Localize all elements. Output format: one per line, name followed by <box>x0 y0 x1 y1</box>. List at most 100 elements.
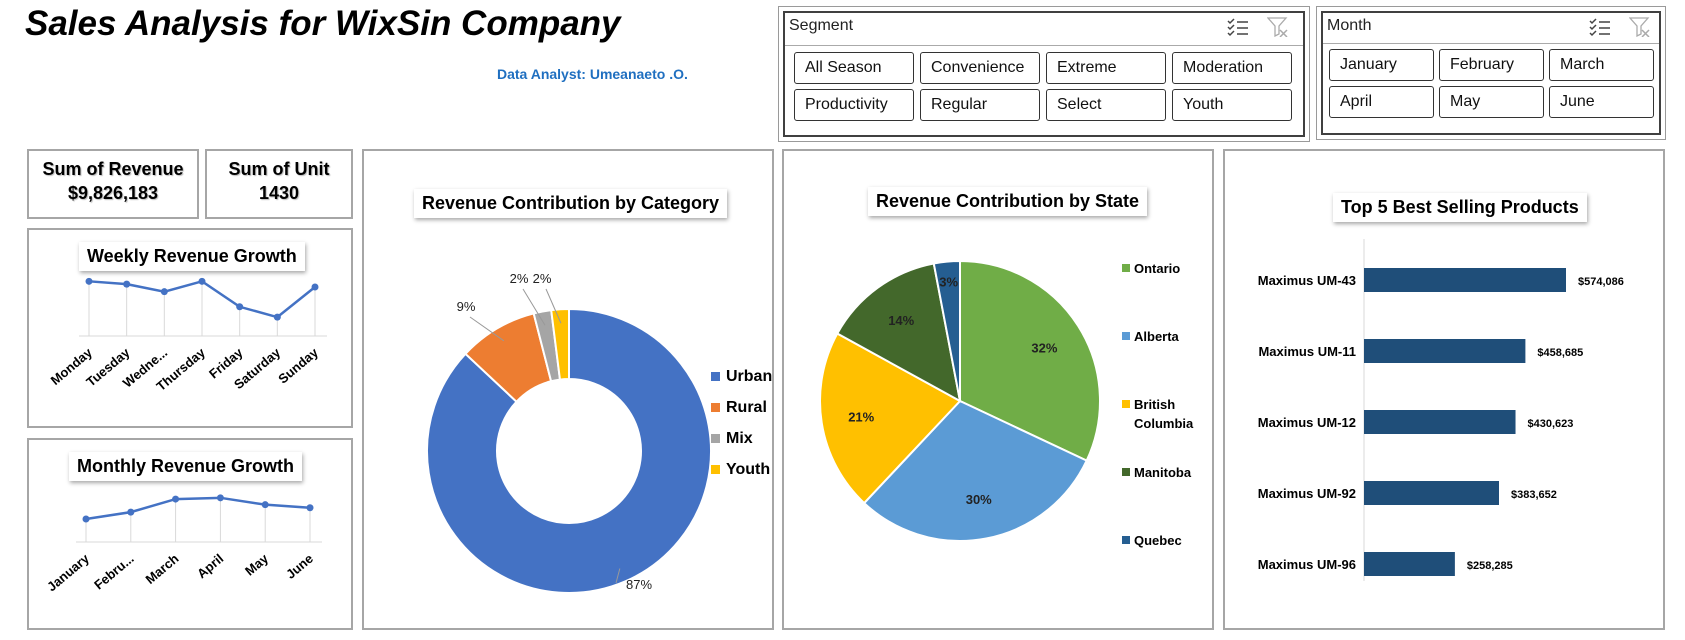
legend-label: Rural <box>726 399 767 416</box>
data-label: $458,685 <box>1537 347 1583 359</box>
data-point <box>273 313 281 321</box>
data-point <box>123 280 131 288</box>
month-slicer: Month January February March April May June <box>1316 6 1666 140</box>
data-label: $574,086 <box>1578 276 1624 288</box>
legend-label: Urban <box>726 368 772 385</box>
unit-kpi-label: Sum of Unit <box>228 159 330 179</box>
legend-label: Columbia <box>1134 416 1194 431</box>
legend-swatch <box>1122 468 1130 476</box>
data-point <box>127 508 135 516</box>
series-line <box>85 496 311 521</box>
legend-label: Ontario <box>1134 261 1180 276</box>
weekly-line-chart: MondayTuesdayWedne...ThursdayFridaySatur… <box>48 277 327 394</box>
bar <box>1364 481 1499 505</box>
segment-option-all-season[interactable]: All Season <box>794 52 914 84</box>
segment-option-extreme[interactable]: Extreme <box>1046 52 1166 84</box>
legend-swatch <box>711 465 720 474</box>
bar <box>1364 552 1455 576</box>
dashboard-title: Sales Analysis for WixSin Company <box>25 4 621 43</box>
analyst-credit: Data Analyst: Umeanaeto .O. <box>497 66 688 82</box>
segment-option-regular[interactable]: Regular <box>920 89 1040 121</box>
x-tick-label: April <box>194 551 226 582</box>
data-label: 3% <box>939 275 958 290</box>
legend-label: Quebec <box>1134 533 1182 548</box>
x-tick-label: June <box>283 551 316 582</box>
segment-slicer: Segment All Season Convenience Extreme Mode… <box>778 6 1310 142</box>
data-point <box>306 504 314 512</box>
legend-label: Manitoba <box>1134 465 1192 480</box>
data-point <box>172 495 180 503</box>
top-products-bar-chart: Maximus UM-43 $574,086 Maximus UM-11 $458,6… <box>1258 239 1624 581</box>
y-tick-label: Maximus UM-12 <box>1258 415 1356 430</box>
x-tick-label: May <box>242 550 272 578</box>
segment-slicer-header: Segment <box>789 17 854 34</box>
data-label: $383,652 <box>1511 489 1557 501</box>
data-point <box>82 515 90 523</box>
data-label: 21% <box>848 410 874 425</box>
legend-label: Alberta <box>1134 329 1180 344</box>
x-tick-label: March <box>143 551 182 587</box>
data-point <box>261 501 269 509</box>
clear-filter-icon[interactable] <box>1266 17 1289 42</box>
legend-label: Mix <box>726 430 753 447</box>
month-option-march[interactable]: March <box>1549 49 1654 81</box>
data-label: $258,285 <box>1467 560 1513 572</box>
legend-swatch <box>1122 332 1130 340</box>
state-pie-card: Revenue Contribution by State 32% 30% 21% 1… <box>782 149 1214 630</box>
y-tick-label: Maximus UM-96 <box>1258 557 1356 572</box>
y-tick-label: Maximus UM-92 <box>1258 486 1356 501</box>
data-label: $430,623 <box>1528 418 1574 430</box>
legend-swatch <box>711 434 720 443</box>
data-point <box>160 288 168 296</box>
unit-kpi-card: Sum of Unit 1430 <box>205 149 353 219</box>
monthly-revenue-card: Monthly Revenue Growth January Febru... Ma… <box>27 438 353 630</box>
data-point <box>311 283 319 291</box>
top-products-card: Top 5 Best Selling Products Maximus UM-4… <box>1223 149 1665 630</box>
data-point <box>198 277 206 285</box>
data-label: 32% <box>1031 340 1057 355</box>
data-label: 2% <box>533 271 552 286</box>
month-option-january[interactable]: January <box>1329 49 1434 81</box>
multi-select-icon[interactable] <box>1589 17 1611 42</box>
state-pie-chart: 32% 30% 21% 14% 3% Ontario Alberta British Colum… <box>819 259 1194 548</box>
revenue-kpi-value: $9,826,183 <box>67 183 159 203</box>
month-option-april[interactable]: April <box>1329 86 1434 118</box>
bar <box>1364 410 1516 434</box>
revenue-kpi-card: Sum of Revenue $9,826,183 <box>27 149 199 219</box>
data-label: 30% <box>966 492 992 507</box>
category-donut-chart: 87% 9% 2% 2% Urban Rural Mix Youth <box>426 271 772 594</box>
month-option-may[interactable]: May <box>1439 86 1544 118</box>
x-tick-label: Febru... <box>91 551 137 593</box>
month-option-february[interactable]: February <box>1439 49 1544 81</box>
category-donut-card: Revenue Contribution by Category 87% 9% 2%… <box>362 149 774 630</box>
multi-select-icon[interactable] <box>1227 17 1249 42</box>
legend-swatch <box>1122 536 1130 544</box>
x-tick-label: Sunday <box>275 344 321 386</box>
bar <box>1364 268 1566 292</box>
y-tick-label: Maximus UM-11 <box>1258 344 1356 359</box>
segment-option-moderation[interactable]: Moderation <box>1172 52 1292 84</box>
data-label: 14% <box>888 313 914 328</box>
legend-swatch <box>711 372 720 381</box>
legend-swatch <box>1122 400 1130 408</box>
bar <box>1364 339 1526 363</box>
legend-swatch <box>711 403 720 412</box>
y-tick-label: Maximus UM-43 <box>1258 273 1356 288</box>
data-point <box>236 303 244 311</box>
segment-option-youth[interactable]: Youth <box>1172 89 1292 121</box>
segment-option-select[interactable]: Select <box>1046 89 1166 121</box>
month-option-june[interactable]: June <box>1549 86 1654 118</box>
unit-kpi-value: 1430 <box>258 183 300 203</box>
legend-label: British <box>1134 397 1175 412</box>
legend-swatch <box>1122 264 1130 272</box>
data-label: 2% <box>510 271 529 286</box>
x-tick-label: January <box>44 550 92 594</box>
data-label: 9% <box>457 299 476 314</box>
clear-filter-icon[interactable] <box>1628 17 1651 42</box>
revenue-kpi-label: Sum of Revenue <box>42 159 184 179</box>
data-point <box>216 494 224 502</box>
data-label: 87% <box>626 577 652 592</box>
data-point <box>85 277 93 285</box>
segment-option-convenience[interactable]: Convenience <box>920 52 1040 84</box>
segment-option-productivity[interactable]: Productivity <box>794 89 914 121</box>
